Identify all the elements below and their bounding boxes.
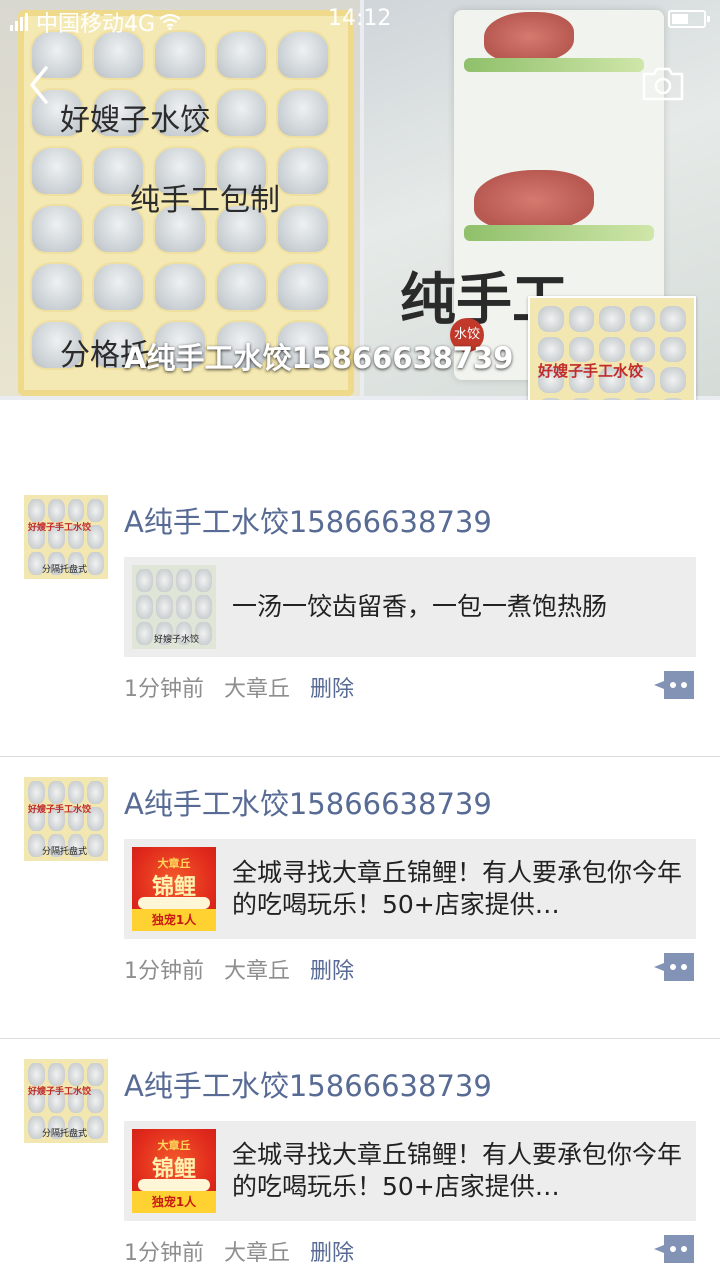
dumpling — [214, 262, 269, 312]
post-location[interactable]: 大章丘 — [224, 1235, 290, 1267]
delete-button[interactable]: 删除 — [310, 953, 354, 985]
meat-image-2 — [474, 170, 594, 230]
leaf-image — [464, 58, 644, 72]
dumpling — [276, 146, 330, 196]
clock: 14:12 — [328, 6, 392, 31]
delete-button[interactable]: 删除 — [310, 671, 354, 703]
status-bar: 中国移动4G 14:12 — [0, 0, 720, 40]
shared-link-title: 全城寻找大章丘锦鲤！有人要承包你今年的吃喝玩乐！50+店家提供… — [232, 858, 682, 919]
avatar-caption: 分隔托盘式 — [42, 847, 88, 857]
dumpling — [276, 88, 330, 138]
shared-link-card[interactable]: 大章丘 锦鲤 独宠1人 全城寻找大章丘锦鲤！有人要承包你今年的吃喝玩乐！50+店… — [124, 1121, 696, 1221]
post-location[interactable]: 大章丘 — [224, 953, 290, 985]
dumpling — [30, 262, 84, 312]
chevron-left-icon — [30, 66, 48, 104]
avatar-overlay-text: 好嫂子手工水饺 — [538, 362, 644, 380]
author-avatar[interactable]: 好嫂子手工水饺 分隔托盘式 — [24, 777, 108, 861]
shared-link-title: 一汤一饺齿留香，一包一煮饱热肠 — [232, 592, 608, 621]
post-meta: 1分钟前 大章丘 删除 — [124, 1235, 354, 1267]
dumpling — [153, 262, 207, 312]
author-avatar[interactable]: 好嫂子手工水饺 分隔托盘式 — [24, 495, 108, 579]
post-time: 1分钟前 — [124, 959, 204, 984]
comment-dots-icon — [654, 1235, 694, 1263]
avatar-caption: 分隔托盘式 — [42, 565, 88, 575]
dumpling — [30, 204, 84, 254]
post-time: 1分钟前 — [124, 1241, 204, 1266]
cover-caption-brand: 好嫂子水饺 — [60, 103, 210, 138]
dumpling — [91, 262, 146, 312]
comment-button[interactable] — [652, 1233, 696, 1265]
feed-post: 好嫂子手工水饺 分隔托盘式 A纯手工水饺15866638739 大章丘 锦鲤 独… — [0, 757, 720, 1039]
cover-photo[interactable]: 好嫂子水饺 纯手工包制 分格托 纯手工 水饺 A纯手工水饺15866638739… — [0, 0, 720, 400]
feed-post: 好嫂子手工水饺 分隔托盘式 A纯手工水饺15866638739 大章丘 锦鲤 独… — [0, 1039, 720, 1280]
wifi-icon — [159, 14, 181, 30]
dumpling — [30, 146, 84, 196]
delete-button[interactable]: 删除 — [310, 1235, 354, 1267]
avatar-caption: 分隔托盘式 — [42, 1129, 88, 1139]
shared-link-card[interactable]: 好嫂子水饺 一汤一饺齿留香，一包一煮饱热肠 — [124, 557, 696, 657]
thumbnail-caption: 好嫂子水饺 — [154, 635, 200, 645]
feed-post: 好嫂子手工水饺 分隔托盘式 A纯手工水饺15866638739 好嫂子水饺 一汤… — [0, 475, 720, 757]
profile-avatar[interactable]: 好嫂子手工水饺 分隔托盘式 — [528, 296, 696, 400]
post-time: 1分钟前 — [124, 677, 204, 702]
comment-button[interactable] — [652, 669, 696, 701]
author-name[interactable]: A纯手工水饺15866638739 — [124, 1063, 492, 1105]
post-meta: 1分钟前 大章丘 删除 — [124, 953, 354, 985]
shared-link-title: 全城寻找大章丘锦鲤！有人要承包你今年的吃喝玩乐！50+店家提供… — [232, 1140, 682, 1201]
thumbnail-bottom-text: 独宠1人 — [132, 909, 216, 931]
camera-button[interactable] — [640, 64, 686, 104]
thumbnail-bottom-text: 独宠1人 — [132, 1191, 216, 1213]
comment-button[interactable] — [652, 951, 696, 983]
author-avatar[interactable]: 好嫂子手工水饺 分隔托盘式 — [24, 1059, 108, 1143]
shared-link-thumbnail: 大章丘 锦鲤 独宠1人 — [132, 1129, 216, 1213]
dumpling — [276, 204, 330, 254]
camera-icon — [642, 67, 684, 101]
shared-link-thumbnail: 好嫂子水饺 — [132, 565, 216, 649]
dumpling — [276, 262, 330, 312]
avatar-overlay-text: 好嫂子手工水饺 — [28, 805, 92, 816]
signal-icon — [10, 13, 28, 31]
leaf-image-2 — [464, 225, 654, 241]
carrier-label: 中国移动4G — [36, 12, 156, 37]
author-name[interactable]: A纯手工水饺15866638739 — [124, 499, 492, 541]
dumpling — [214, 88, 269, 138]
post-meta: 1分钟前 大章丘 删除 — [124, 671, 354, 703]
shared-link-thumbnail: 大章丘 锦鲤 独宠1人 — [132, 847, 216, 931]
avatar-overlay-text: 好嫂子手工水饺 — [28, 1087, 92, 1098]
comment-dots-icon — [654, 953, 694, 981]
back-button[interactable] — [22, 60, 62, 110]
avatar-overlay-text: 好嫂子手工水饺 — [28, 523, 92, 534]
shared-link-card[interactable]: 大章丘 锦鲤 独宠1人 全城寻找大章丘锦鲤！有人要承包你今年的吃喝玩乐！50+店… — [124, 839, 696, 939]
comment-dots-icon — [654, 671, 694, 699]
profile-name[interactable]: A纯手工水饺15866638739 — [124, 335, 513, 377]
battery-icon — [668, 10, 710, 28]
post-location[interactable]: 大章丘 — [224, 671, 290, 703]
author-name[interactable]: A纯手工水饺15866638739 — [124, 781, 492, 823]
cover-caption-handmade: 纯手工包制 — [130, 183, 280, 218]
